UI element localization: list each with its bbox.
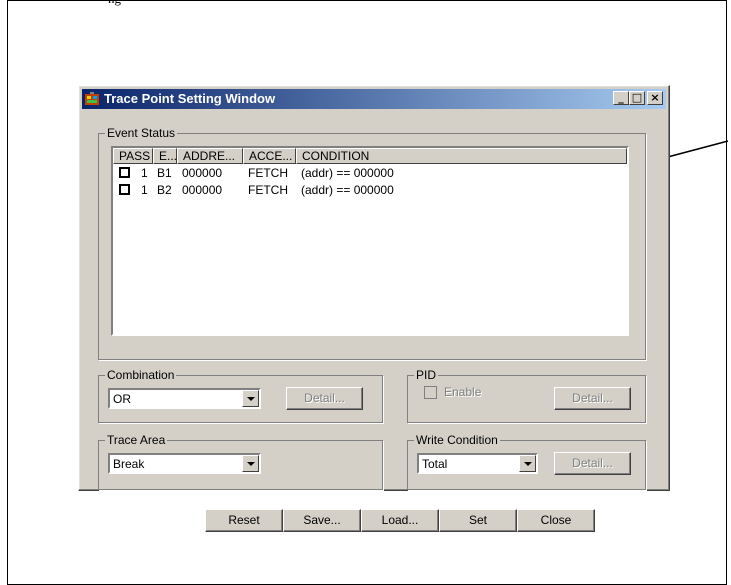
column-address[interactable]: ADDRE... — [177, 148, 243, 164]
event-status-group: Event Status PASS E... ADDRE... ACCE... … — [98, 126, 646, 360]
reset-button[interactable]: Reset — [205, 509, 283, 532]
chevron-down-icon[interactable] — [242, 455, 259, 472]
event-status-label: Event Status — [105, 126, 178, 140]
close-button[interactable]: Close — [517, 509, 595, 532]
pid-label: PID — [414, 368, 439, 382]
app-icon — [85, 92, 99, 105]
write-condition-detail-button[interactable]: Detail... — [554, 452, 631, 475]
window-title: Trace Point Setting Window — [104, 91, 276, 106]
write-condition-group: Write Condition Total Detail... — [407, 433, 646, 490]
trace-area-label: Trace Area — [105, 433, 168, 447]
pid-group: PID Enable Detail... — [407, 368, 646, 423]
write-condition-value: Total — [422, 457, 448, 471]
combination-label: Combination — [105, 368, 177, 382]
write-condition-label: Write Condition — [414, 433, 500, 447]
write-condition-select[interactable]: Total — [417, 453, 538, 474]
pass-count: 1 — [141, 166, 148, 180]
pid-enable-checkbox[interactable] — [424, 386, 437, 399]
access: FETCH — [248, 166, 288, 180]
set-button[interactable]: Set — [439, 509, 517, 532]
event-id: B1 — [157, 166, 172, 180]
access: FETCH — [248, 183, 288, 197]
combination-select[interactable]: OR — [108, 388, 261, 409]
column-access[interactable]: ACCE... — [243, 148, 296, 164]
load-button[interactable]: Load... — [361, 509, 439, 532]
trace-area-select[interactable]: Break — [108, 453, 261, 474]
condition: (addr) == 000000 — [301, 166, 394, 180]
combination-group: Combination OR Detail... — [98, 368, 383, 423]
column-event[interactable]: E... — [153, 148, 177, 164]
address: 000000 — [182, 166, 223, 180]
combination-detail-button[interactable]: Detail... — [286, 387, 363, 410]
address: 000000 — [182, 183, 223, 197]
trace-area-value: Break — [113, 457, 145, 471]
condition: (addr) == 000000 — [301, 183, 394, 197]
pid-detail-button[interactable]: Detail... — [554, 387, 631, 410]
trace-area-group: Trace Area Break — [98, 433, 383, 490]
title-bar[interactable]: Trace Point Setting Window _ □ × — [82, 89, 666, 109]
pass-count: 1 — [141, 183, 148, 197]
event-id: B2 — [157, 183, 172, 197]
save-button[interactable]: Save... — [283, 509, 361, 532]
pass-checkbox[interactable] — [119, 184, 130, 195]
pass-checkbox[interactable] — [119, 167, 130, 178]
combination-value: OR — [113, 392, 131, 406]
close-window-button[interactable]: × — [647, 91, 663, 105]
table-row[interactable]: 1 B2 000000 FETCH (addr) == 000000 — [113, 182, 627, 198]
table-row[interactable]: 1 B1 000000 FETCH (addr) == 000000 — [113, 165, 627, 181]
document-caption: ng — [108, 0, 121, 7]
event-status-list[interactable]: PASS E... ADDRE... ACCE... CONDITION 1 B… — [111, 146, 629, 336]
pid-enable-label: Enable — [444, 385, 482, 399]
column-condition[interactable]: CONDITION — [296, 148, 627, 164]
trace-point-setting-window: Trace Point Setting Window _ □ × Event S… — [78, 85, 670, 491]
minimize-button[interactable]: _ — [613, 91, 629, 105]
list-header: PASS E... ADDRE... ACCE... CONDITION — [113, 148, 627, 164]
column-pass[interactable]: PASS — [113, 148, 153, 164]
maximize-button[interactable]: □ — [629, 91, 645, 105]
chevron-down-icon[interactable] — [519, 455, 536, 472]
chevron-down-icon[interactable] — [242, 390, 259, 407]
